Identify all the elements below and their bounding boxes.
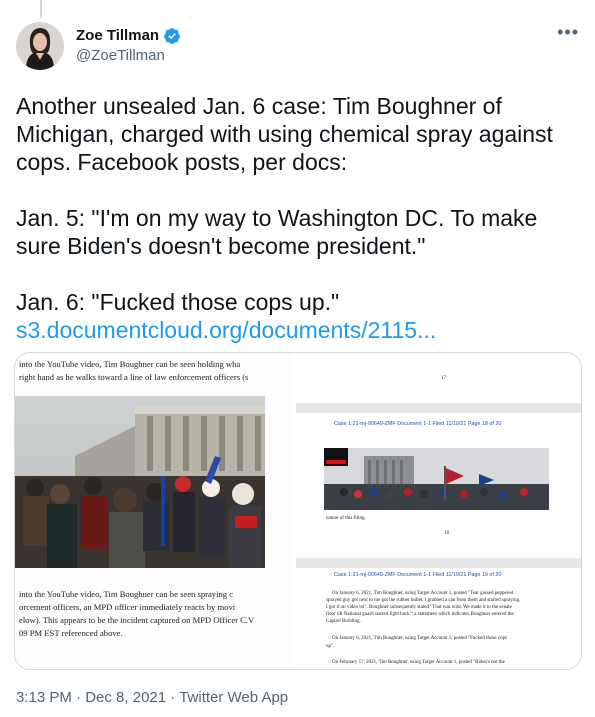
doc-text-line: sprayed guy got next to me got the rubbe… xyxy=(326,598,521,603)
author-block: Zoe Tillman @ZoeTillman xyxy=(76,26,181,66)
tweet-footer: 3:13 PM · Dec 8, 2021 · Twitter Web App xyxy=(16,688,288,708)
doc-text-line: 09 PM EST referenced above. xyxy=(19,628,123,638)
tweet-text: Another unsealed Jan. 6 case: Tim Boughn… xyxy=(16,92,576,344)
author-display-name[interactable]: Zoe Tillman xyxy=(76,26,159,46)
author-handle[interactable]: @ZoeTillman xyxy=(76,46,181,66)
media-attachment[interactable]: into the YouTube video, Tim Boughner can… xyxy=(14,352,582,670)
tweet-header: Zoe Tillman @ZoeTillman ••• xyxy=(16,22,579,74)
doc-text-line: orcement officers, an MPD officer immedi… xyxy=(19,602,236,612)
page-divider xyxy=(296,558,581,568)
separator: · xyxy=(170,689,176,706)
doc-text-line: floor till National guard started fight … xyxy=(326,612,514,617)
separator: · xyxy=(76,689,82,706)
crowd-photo xyxy=(15,396,265,568)
court-doc-header: Case 1:21-mj-00649-ZMF Document 1-1 File… xyxy=(334,572,502,578)
verified-badge-icon xyxy=(163,27,181,45)
doc-text-line: On January 6, 2021, Tim Boughner, using … xyxy=(332,636,508,641)
media-image-right[interactable]: 17 Case 1:21-mj-00649-ZMF Document 1-1 F… xyxy=(296,353,581,669)
doc-text-line: elow). This appears to be the incident c… xyxy=(19,615,255,625)
ellipsis-icon[interactable]: ••• xyxy=(557,22,579,42)
doc-text-line: I got it on video lol". Boughner subsequ… xyxy=(326,605,512,610)
page-number: 17 xyxy=(441,376,446,381)
tweet-source[interactable]: Twitter Web App xyxy=(179,689,288,706)
tweet-date[interactable]: Dec 8, 2021 xyxy=(85,689,166,706)
tweet-paragraph: Jan. 5: "I'm on my way to Washington DC.… xyxy=(16,205,538,259)
document-link[interactable]: s3.documentcloud.org/documents/2115... xyxy=(16,317,436,343)
tweet-time[interactable]: 3:13 PM xyxy=(16,689,72,706)
page-number: 18 xyxy=(444,531,449,536)
page-divider xyxy=(296,403,581,413)
tweet-paragraph: Jan. 6: "Fucked those cops up." xyxy=(16,289,340,315)
doc-text-line: into the YouTube video, Tim Boughner can… xyxy=(19,359,241,369)
doc-text-line: On February 17, 2021, Tim Boughner, usin… xyxy=(332,660,505,665)
doc-text-line: into the YouTube video, Tim Boughner can… xyxy=(19,589,234,599)
doc-caption: nature of this filing. xyxy=(326,516,366,521)
tweet-paragraph: Another unsealed Jan. 6 case: Tim Boughn… xyxy=(16,93,553,175)
thread-connector-line xyxy=(40,0,42,18)
doc-text-line: Capitol Building. xyxy=(326,619,361,624)
avatar[interactable] xyxy=(16,22,64,70)
doc-text-line: up". xyxy=(326,644,335,649)
doc-text-line: On January 6, 2021, Tim Boughner, using … xyxy=(332,591,514,596)
video-still-photo xyxy=(324,448,549,510)
court-doc-header: Case 1:21-mj-00649-ZMF Document 1-1 File… xyxy=(334,421,502,427)
media-image-left[interactable]: into the YouTube video, Tim Boughner can… xyxy=(15,353,294,669)
doc-text-line: right hand as he walks toward a line of … xyxy=(19,372,249,382)
